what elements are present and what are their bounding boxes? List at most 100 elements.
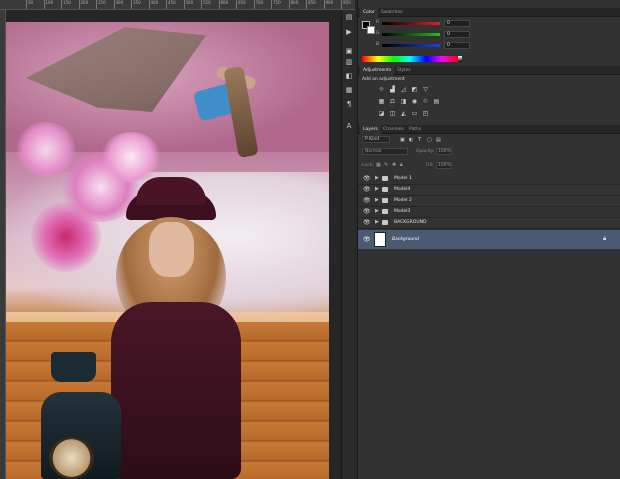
filter-shape-icon[interactable]: ▢: [427, 137, 432, 143]
ruler-tick-label: 550: [201, 0, 211, 9]
background-color-swatch[interactable]: [367, 26, 375, 34]
visibility-eye-icon[interactable]: 👁︎: [363, 208, 371, 215]
blue-value[interactable]: 0: [444, 42, 470, 49]
ruler-tick-label: 750: [271, 0, 281, 9]
filter-adjust-icon[interactable]: ◐: [409, 137, 413, 143]
hue-saturation-icon[interactable]: ▦: [378, 98, 385, 105]
blend-mode-select[interactable]: Normal: [362, 148, 408, 155]
document-canvas[interactable]: [6, 22, 329, 479]
lock-pixels-icon[interactable]: ✎: [384, 162, 388, 168]
visibility-eye-icon[interactable]: 👁︎: [363, 197, 371, 204]
background-layer-name[interactable]: Background: [392, 237, 419, 242]
tab-paths[interactable]: Paths: [406, 125, 424, 134]
folder-icon: [382, 209, 388, 214]
brush-preset-icon[interactable]: ▥: [344, 58, 354, 67]
layer-group-row[interactable]: 👁︎ ▶ Model4: [358, 185, 620, 196]
layer-name[interactable]: BACKGROUND: [394, 220, 426, 225]
side-toolbar: ▤ ▶ ▣ ▥ ◧ ▦ ¶ A: [341, 10, 355, 479]
canvas-area[interactable]: [6, 10, 355, 479]
tab-swatches[interactable]: Swatches: [378, 8, 406, 17]
photo-filter-icon[interactable]: ◉: [411, 98, 418, 105]
expand-arrow-icon[interactable]: ▶: [375, 219, 379, 225]
expand-arrow-icon[interactable]: ▶: [375, 175, 379, 181]
gradient-map-icon[interactable]: ▭: [411, 110, 418, 117]
layer-name[interactable]: Model 2: [394, 198, 412, 203]
history-icon[interactable]: ▤: [344, 13, 354, 22]
color-balance-icon[interactable]: ⚖: [389, 98, 396, 105]
posterize-icon[interactable]: ◫: [389, 110, 396, 117]
layer-name[interactable]: Model 1: [394, 176, 412, 181]
layer-group-row[interactable]: 👁︎ ▶ Model 1: [358, 174, 620, 185]
layer-group-row[interactable]: 👁︎ ▶ BACKGROUND: [358, 218, 620, 229]
ruler-tick-label: 350: [131, 0, 141, 9]
levels-icon[interactable]: ▟: [389, 86, 396, 93]
banjo-player: [31, 352, 131, 479]
fill-input[interactable]: 100%: [436, 162, 452, 169]
lock-all-icon[interactable]: 🔒︎: [400, 162, 403, 168]
filter-pixel-icon[interactable]: ▣: [400, 137, 405, 143]
green-slider[interactable]: [382, 33, 440, 36]
expand-arrow-icon[interactable]: ▶: [375, 197, 379, 203]
top-ruler: 50 100 150 200 250 300 350 400 450 500 550 600 650 70…: [0, 0, 355, 10]
red-slider[interactable]: [382, 22, 440, 25]
opacity-input[interactable]: 100%: [436, 148, 452, 155]
layer-group-row[interactable]: 👁︎ ▶ Model3: [358, 207, 620, 218]
tab-layers[interactable]: Layers: [360, 125, 381, 134]
expand-arrow-icon[interactable]: ▶: [375, 208, 379, 214]
tab-channels[interactable]: Channels: [380, 125, 407, 134]
paragraph-icon[interactable]: ¶: [344, 100, 354, 109]
background-layer-row[interactable]: 👁︎ Background 🔒︎: [358, 230, 620, 249]
blue-channel-label: B: [376, 42, 380, 47]
filter-type-icon[interactable]: T: [418, 137, 421, 143]
blue-slider[interactable]: [382, 44, 440, 47]
curves-icon[interactable]: ◿: [400, 86, 407, 93]
ruler-tick-label: 900: [323, 0, 334, 9]
ruler-tick-label: 150: [61, 0, 71, 9]
black-white-icon[interactable]: ◨: [400, 98, 407, 105]
color-spectrum-bar[interactable]: [362, 56, 458, 62]
clone-icon[interactable]: ▦: [344, 86, 354, 95]
lock-position-icon[interactable]: ✥: [392, 162, 396, 168]
green-value[interactable]: 0: [444, 31, 470, 38]
visibility-eye-icon[interactable]: 👁︎: [363, 219, 371, 226]
expand-arrow-icon[interactable]: ▶: [375, 186, 379, 192]
bw-bar[interactable]: [458, 56, 462, 62]
layer-filter-select[interactable]: P Kind: [362, 136, 390, 143]
exposure-icon[interactable]: ◩: [411, 86, 418, 93]
layer-name[interactable]: Model3: [394, 209, 410, 214]
visibility-eye-icon[interactable]: 👁︎: [363, 236, 371, 243]
red-value[interactable]: 0: [444, 20, 470, 27]
lock-transparent-icon[interactable]: ▦: [376, 162, 381, 168]
vibrance-icon[interactable]: ▽: [422, 86, 429, 93]
ruler-tick-label: 300: [113, 0, 124, 9]
ruler-tick-label: 50: [25, 0, 34, 9]
type-icon[interactable]: A: [344, 122, 354, 131]
brightness-contrast-icon[interactable]: ☼: [378, 86, 385, 93]
threshold-icon[interactable]: ◭: [400, 110, 407, 117]
lock-label: Lock:: [362, 163, 374, 168]
tab-adjustments[interactable]: Adjustments: [360, 66, 395, 75]
red-channel-label: R: [376, 20, 380, 25]
tab-color[interactable]: Color: [360, 8, 378, 17]
invert-icon[interactable]: ◪: [378, 110, 385, 117]
channel-mixer-icon[interactable]: ♲: [422, 98, 429, 105]
play-icon[interactable]: ▶: [344, 28, 354, 37]
layer-group-row[interactable]: 👁︎ ▶ Model 2: [358, 196, 620, 207]
selective-color-icon[interactable]: ◰: [422, 110, 429, 117]
filter-smart-icon[interactable]: ▤: [436, 137, 441, 143]
folder-icon: [382, 176, 388, 181]
layer-name[interactable]: Model4: [394, 187, 410, 192]
lock-icon: 🔒︎: [603, 235, 607, 242]
opacity-label: Opacity:: [416, 149, 435, 154]
layer-thumbnail: [374, 232, 386, 247]
folder-icon: [382, 220, 388, 225]
ruler-tick-label: 100: [43, 0, 54, 9]
layers-panel-tabs: Layers Channels Paths: [358, 125, 620, 134]
adjust-icon[interactable]: ◧: [344, 72, 354, 81]
visibility-eye-icon[interactable]: 👁︎: [363, 186, 371, 193]
color-lookup-icon[interactable]: ▤: [433, 98, 440, 105]
actions-icon[interactable]: ▣: [344, 47, 354, 56]
ruler-tick-label: 650: [236, 0, 246, 9]
tab-styles[interactable]: Styles: [394, 66, 414, 75]
visibility-eye-icon[interactable]: 👁︎: [363, 175, 371, 182]
